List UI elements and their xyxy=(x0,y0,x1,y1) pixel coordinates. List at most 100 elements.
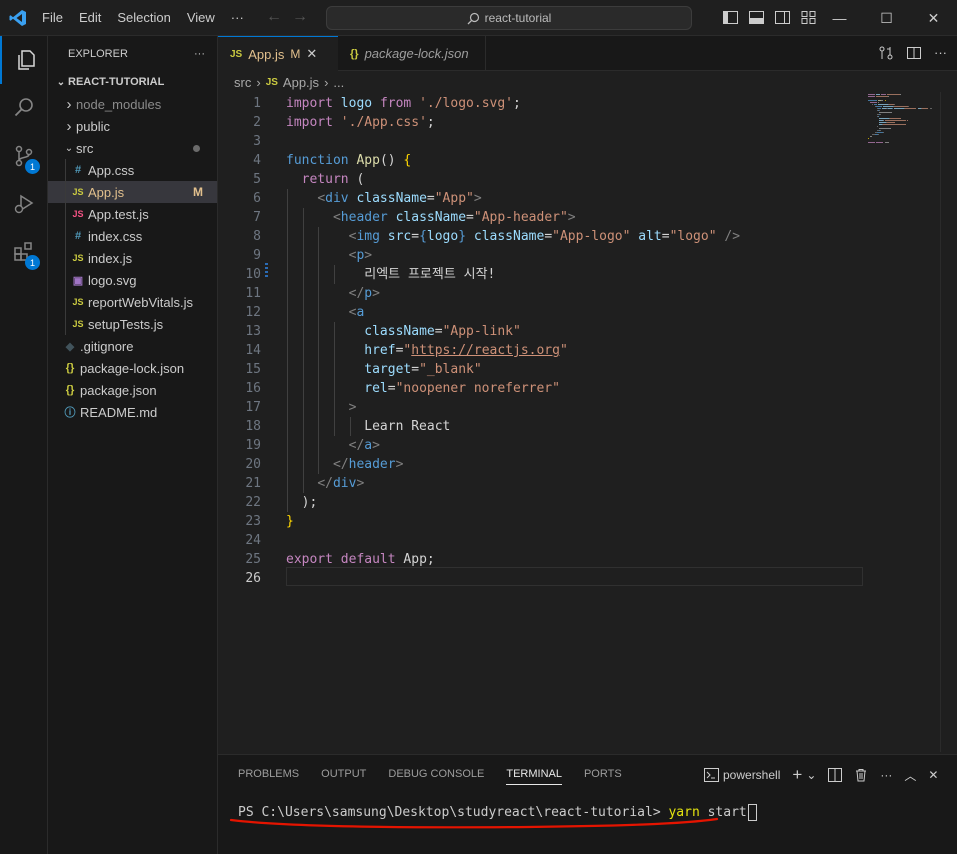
code-token: > xyxy=(473,191,482,206)
minimap-token xyxy=(886,94,900,95)
chevron-down-icon[interactable]: ⌄ xyxy=(806,768,816,782)
tree-item-label: App.test.js xyxy=(88,206,149,222)
toggle-sidebar-icon[interactable] xyxy=(722,9,739,26)
file-type-icon: JS xyxy=(72,187,84,197)
tab-debug-console[interactable]: DEBUG CONSOLE xyxy=(388,768,484,780)
extensions-activity[interactable]: 1 xyxy=(0,228,48,276)
minimap-token xyxy=(887,96,889,97)
dirty-diff-marker xyxy=(265,263,268,279)
code-token: = xyxy=(661,229,670,244)
menu-edit[interactable]: Edit xyxy=(71,0,109,36)
code-token: "App-link" xyxy=(442,324,521,339)
activity-bar: 1 1 xyxy=(0,36,48,854)
menu-selection[interactable]: Selection xyxy=(109,0,178,36)
code-line: 17 > xyxy=(218,398,863,417)
tree-item-label: README.md xyxy=(80,404,158,420)
code-line: 18 Learn React xyxy=(218,417,863,436)
code-token: "App" xyxy=(434,191,474,206)
customize-layout-icon[interactable] xyxy=(800,9,817,26)
file-item[interactable]: # index.css xyxy=(48,225,217,247)
code-editor[interactable]: 1 import logo from './logo.svg'; 2 import '… xyxy=(218,92,957,752)
minimap-token xyxy=(880,114,882,115)
minimap-token xyxy=(894,108,905,109)
code-token: "noopener noreferrer" xyxy=(395,381,560,396)
file-item[interactable]: # App.css xyxy=(48,159,217,181)
file-item[interactable]: JS index.js xyxy=(48,247,217,269)
toggle-secondary-sidebar-icon[interactable] xyxy=(774,9,791,26)
chevron-right-icon: › xyxy=(66,95,72,113)
terminal-icon xyxy=(704,768,719,782)
file-item[interactable]: JS setupTests.js xyxy=(48,313,217,335)
code-token: "App-logo" xyxy=(552,229,631,244)
folder-item[interactable]: › public xyxy=(48,115,217,137)
minimap-token xyxy=(906,120,908,121)
line-number: 19 xyxy=(245,438,261,453)
close-tab-icon[interactable]: ✕ xyxy=(306,46,317,62)
code-token: " xyxy=(559,343,568,358)
more-actions-icon[interactable]: ··· xyxy=(194,48,205,60)
toggle-panel-icon[interactable] xyxy=(748,9,765,26)
menu-view[interactable]: View xyxy=(179,0,223,36)
breadcrumb-folder[interactable]: src xyxy=(234,75,251,90)
file-item[interactable]: {} package.json xyxy=(48,379,217,401)
code-line: 11 </p> xyxy=(218,284,863,303)
split-editor-icon[interactable] xyxy=(906,45,922,61)
breadcrumb-file[interactable]: App.js xyxy=(283,75,319,90)
file-type-icon: # xyxy=(74,230,82,242)
folder-item[interactable]: › node_modules xyxy=(48,93,217,115)
maximize-icon[interactable]: ☐ xyxy=(863,0,910,36)
split-terminal-icon[interactable] xyxy=(828,768,843,782)
minimap-token xyxy=(905,108,917,109)
menu-file[interactable]: File xyxy=(34,0,71,36)
run-debug-activity[interactable] xyxy=(0,180,48,228)
file-item[interactable]: JS App.js M xyxy=(48,181,217,203)
tab-app-js[interactable]: JS App.js M ✕ xyxy=(218,36,338,71)
line-number: 23 xyxy=(245,514,261,529)
minimap[interactable] xyxy=(868,92,932,152)
terminal-shell-selector[interactable]: powershell xyxy=(704,768,780,782)
open-changes-icon[interactable] xyxy=(878,45,894,61)
forward-arrow-icon[interactable]: → xyxy=(292,8,308,26)
folder-item[interactable]: ⌄ src xyxy=(48,137,217,159)
more-actions-icon[interactable]: ··· xyxy=(880,768,892,782)
tab-terminal[interactable]: TERMINAL xyxy=(506,768,562,785)
command-center-search[interactable]: react-tutorial xyxy=(326,6,692,30)
workspace-root[interactable]: ⌄ REACT-TUTORIAL xyxy=(48,71,217,93)
tab-output[interactable]: OUTPUT xyxy=(321,768,366,780)
file-item[interactable]: ◆ .gitignore xyxy=(48,335,217,357)
tree-item-label: App.js xyxy=(88,184,125,200)
back-arrow-icon[interactable]: ← xyxy=(266,8,282,26)
file-item[interactable]: ▣ logo.svg xyxy=(48,269,217,291)
minimize-icon[interactable]: — xyxy=(816,0,863,36)
explorer-activity[interactable] xyxy=(0,36,48,84)
code-token: alt xyxy=(630,229,662,244)
tab-package-lock-json[interactable]: {} package-lock.json xyxy=(338,36,486,71)
trash-icon[interactable] xyxy=(854,768,868,782)
tree-indent-guide xyxy=(65,159,66,181)
line-content: <p> xyxy=(286,246,372,265)
file-item[interactable]: {} package-lock.json xyxy=(48,357,217,379)
tab-problems[interactable]: PROBLEMS xyxy=(238,768,299,780)
close-panel-icon[interactable]: ✕ xyxy=(928,768,938,782)
file-item[interactable]: JS App.test.js xyxy=(48,203,217,225)
breadcrumb-symbol[interactable]: ... xyxy=(333,75,344,90)
search-activity[interactable] xyxy=(0,84,48,132)
file-item[interactable]: JS reportWebVitals.js xyxy=(48,291,217,313)
close-icon[interactable]: ✕ xyxy=(910,0,957,36)
menu-more[interactable]: ··· xyxy=(223,0,252,36)
maximize-panel-icon[interactable]: ︿ xyxy=(904,767,916,784)
more-actions-icon[interactable]: ··· xyxy=(934,45,947,61)
code-token: header xyxy=(340,210,388,225)
new-terminal-icon[interactable]: + xyxy=(792,765,802,785)
file-item[interactable]: ⓘ README.md xyxy=(48,401,217,423)
tree-indent-guide xyxy=(65,247,66,269)
source-control-activity[interactable]: 1 xyxy=(0,132,48,180)
code-token: = xyxy=(466,210,474,225)
tab-ports[interactable]: PORTS xyxy=(584,768,622,780)
tree-indent-guide xyxy=(65,203,66,225)
editor-scrollbar[interactable] xyxy=(940,92,954,752)
code-token: p xyxy=(364,286,373,301)
code-token: { xyxy=(419,229,427,244)
